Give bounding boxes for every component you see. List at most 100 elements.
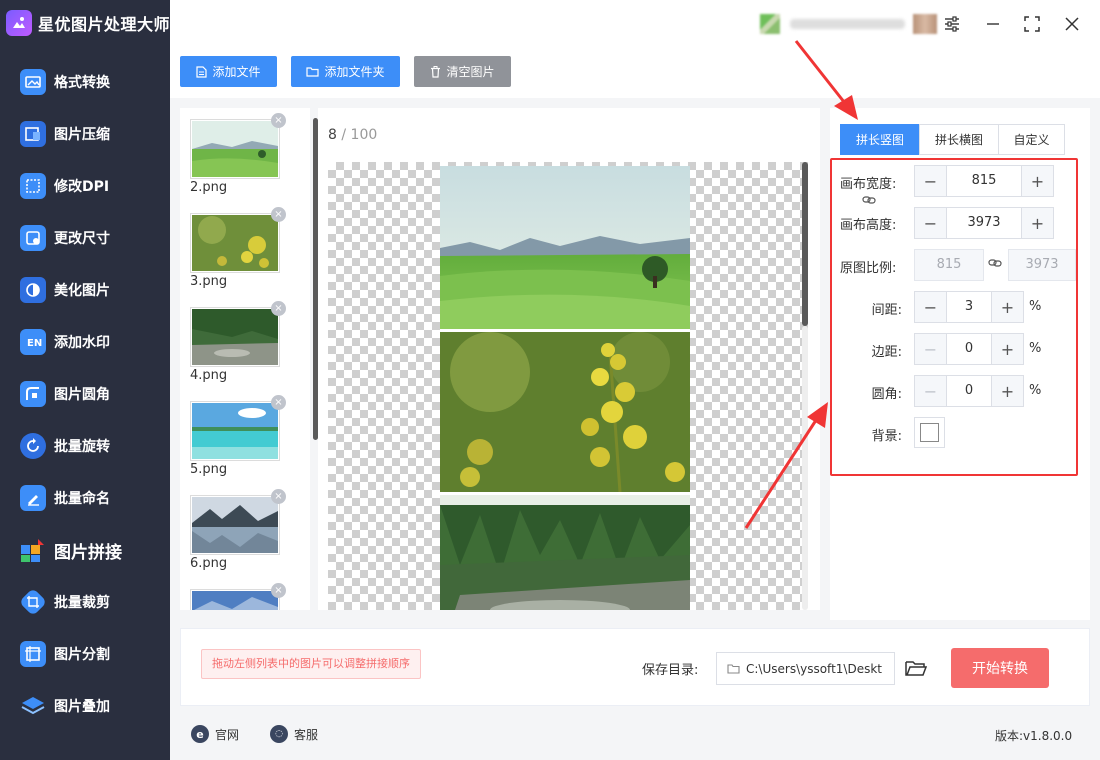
thumbnail-filename: 3.png bbox=[190, 274, 228, 289]
sidebar-item-round-corner[interactable]: 图片圆角 bbox=[0, 368, 170, 420]
sidebar-item-rotate[interactable]: 批量旋转 bbox=[0, 420, 170, 472]
close-button[interactable] bbox=[1060, 12, 1084, 36]
format-convert-icon bbox=[20, 69, 46, 95]
thumbnail-item[interactable]: × bbox=[190, 583, 286, 610]
thumbnail-item[interactable]: × bbox=[190, 301, 286, 367]
tab-vertical-stitch[interactable]: 拼长竖图 bbox=[840, 124, 920, 155]
canvas-height-stepper[interactable]: − 3973 + bbox=[914, 207, 1054, 239]
sidebar-item-label: 图片叠加 bbox=[54, 699, 110, 715]
thumbnail-filename: 2.png bbox=[190, 180, 228, 195]
thumbnail-item[interactable]: × bbox=[190, 207, 286, 273]
remove-thumbnail-button[interactable]: × bbox=[271, 395, 286, 410]
corner-radius-value[interactable]: 0 bbox=[947, 376, 991, 406]
thumbnail-item[interactable]: × bbox=[190, 489, 286, 555]
save-directory-input[interactable]: C:\Users\yssoft1\Deskt bbox=[716, 652, 895, 685]
sidebar-item-dpi[interactable]: 修改DPI bbox=[0, 160, 170, 212]
customer-service-label: 客服 bbox=[294, 727, 319, 742]
official-website-link[interactable]: e 官网 bbox=[191, 725, 239, 743]
canvas-width-label: 画布宽度: bbox=[840, 177, 897, 192]
spacing-stepper[interactable]: − 3 + bbox=[914, 291, 1024, 323]
customer-service-link[interactable]: ◌ 客服 bbox=[270, 725, 318, 743]
minimize-icon bbox=[987, 23, 999, 25]
close-icon bbox=[1065, 17, 1079, 31]
sidebar-item-beautify[interactable]: 美化图片 bbox=[0, 264, 170, 316]
spacing-decrease-button[interactable]: − bbox=[915, 292, 947, 322]
sidebar-item-rename[interactable]: 批量命名 bbox=[0, 472, 170, 524]
link-ratio-icon[interactable] bbox=[862, 193, 876, 211]
original-ratio-label: 原图比例: bbox=[840, 261, 897, 276]
remove-thumbnail-button[interactable]: × bbox=[271, 207, 286, 222]
ie-browser-icon: e bbox=[191, 725, 209, 743]
canvas-height-value[interactable]: 3973 bbox=[947, 208, 1021, 238]
thumbnail-image bbox=[192, 121, 278, 177]
corner-radius-decrease-button[interactable]: − bbox=[915, 376, 947, 406]
spacing-value[interactable]: 3 bbox=[947, 292, 991, 322]
maximize-button[interactable] bbox=[1020, 12, 1044, 36]
sidebar-item-label: 批量旋转 bbox=[54, 439, 110, 455]
remove-thumbnail-button[interactable]: × bbox=[271, 301, 286, 316]
canvas-height-decrease-button[interactable]: − bbox=[915, 208, 947, 238]
corner-radius-stepper[interactable]: − 0 + bbox=[914, 375, 1024, 407]
thumbnail-item[interactable]: × bbox=[190, 113, 286, 179]
rotate-icon bbox=[20, 433, 46, 459]
preview-scrollbar[interactable] bbox=[802, 162, 808, 326]
corner-radius-increase-button[interactable]: + bbox=[991, 376, 1023, 406]
sidebar-item-crop[interactable]: 批量裁剪 bbox=[0, 576, 170, 628]
sidebar-item-split[interactable]: 图片分割 bbox=[0, 628, 170, 680]
start-convert-button[interactable]: 开始转换 bbox=[951, 648, 1049, 688]
tab-horizontal-stitch[interactable]: 拼长横图 bbox=[919, 124, 999, 155]
thumbnail-list[interactable]: × 2.png × 3.png × 4.png × 5.png × 6.png … bbox=[180, 108, 310, 610]
sidebar-item-stitch[interactable]: 图片拼接 bbox=[0, 524, 170, 576]
canvas-width-increase-button[interactable]: + bbox=[1021, 166, 1053, 196]
beautify-icon bbox=[20, 277, 46, 303]
margin-value[interactable]: 0 bbox=[947, 334, 991, 364]
canvas-width-stepper[interactable]: − 815 + bbox=[914, 165, 1054, 197]
sidebar-item-watermark[interactable]: EN 添加水印 bbox=[0, 316, 170, 368]
user-account[interactable] bbox=[760, 14, 937, 34]
canvas-width-decrease-button[interactable]: − bbox=[915, 166, 947, 196]
sidebar-item-overlay[interactable]: 图片叠加 bbox=[0, 680, 170, 732]
margin-increase-button[interactable]: + bbox=[991, 334, 1023, 364]
margin-decrease-button[interactable]: − bbox=[915, 334, 947, 364]
minimize-button[interactable] bbox=[981, 12, 1005, 36]
clear-images-button[interactable]: 清空图片 bbox=[414, 56, 511, 87]
image-compress-icon bbox=[20, 121, 46, 147]
add-file-button[interactable]: 添加文件 bbox=[180, 56, 277, 87]
thumbnail-image bbox=[192, 591, 278, 610]
remove-thumbnail-button[interactable]: × bbox=[271, 583, 286, 598]
folder-outline-icon bbox=[727, 663, 740, 674]
chat-bubble-icon: ◌ bbox=[270, 725, 288, 743]
margin-stepper[interactable]: − 0 + bbox=[914, 333, 1024, 365]
sidebar-item-label: 图片分割 bbox=[54, 647, 110, 663]
open-folder-icon bbox=[905, 661, 927, 676]
brand: 星优图片处理大师 bbox=[6, 9, 170, 37]
remove-thumbnail-button[interactable]: × bbox=[271, 113, 286, 128]
settings-sliders-button[interactable] bbox=[940, 12, 964, 36]
add-folder-button[interactable]: 添加文件夹 bbox=[291, 56, 400, 87]
browse-folder-button[interactable] bbox=[904, 656, 928, 680]
image-count: 8 bbox=[328, 127, 337, 143]
sidebar-nav: 格式转换 图片压缩 修改DPI 更改尺寸 美化图片 EN 添加水印 图片圆角 批… bbox=[0, 56, 170, 732]
sidebar-item-image-compress[interactable]: 图片压缩 bbox=[0, 108, 170, 160]
thumbnail-filename: 4.png bbox=[190, 368, 228, 383]
spacing-increase-button[interactable]: + bbox=[991, 292, 1023, 322]
round-corner-icon bbox=[20, 381, 46, 407]
background-color-picker[interactable] bbox=[914, 417, 945, 448]
thumbnail-item[interactable]: × bbox=[190, 395, 286, 461]
sidebar-item-format-convert[interactable]: 格式转换 bbox=[0, 56, 170, 108]
canvas-height-increase-button[interactable]: + bbox=[1021, 208, 1053, 238]
overlay-icon bbox=[20, 693, 46, 719]
stitch-icon bbox=[20, 537, 46, 563]
avatar bbox=[760, 14, 780, 34]
sidebar-item-label: 图片圆角 bbox=[54, 387, 110, 403]
remove-thumbnail-button[interactable]: × bbox=[271, 489, 286, 504]
canvas-width-value[interactable]: 815 bbox=[947, 166, 1021, 196]
ratio-width-field: 815 bbox=[914, 249, 984, 281]
stitched-image-part bbox=[440, 166, 690, 329]
save-directory-value: C:\Users\yssoft1\Deskt bbox=[746, 661, 882, 676]
thumbnail-image bbox=[192, 309, 278, 365]
sidebar-item-resize[interactable]: 更改尺寸 bbox=[0, 212, 170, 264]
tab-custom[interactable]: 自定义 bbox=[998, 124, 1065, 155]
image-counter: 8 / 100 bbox=[328, 127, 377, 143]
split-icon bbox=[20, 641, 46, 667]
